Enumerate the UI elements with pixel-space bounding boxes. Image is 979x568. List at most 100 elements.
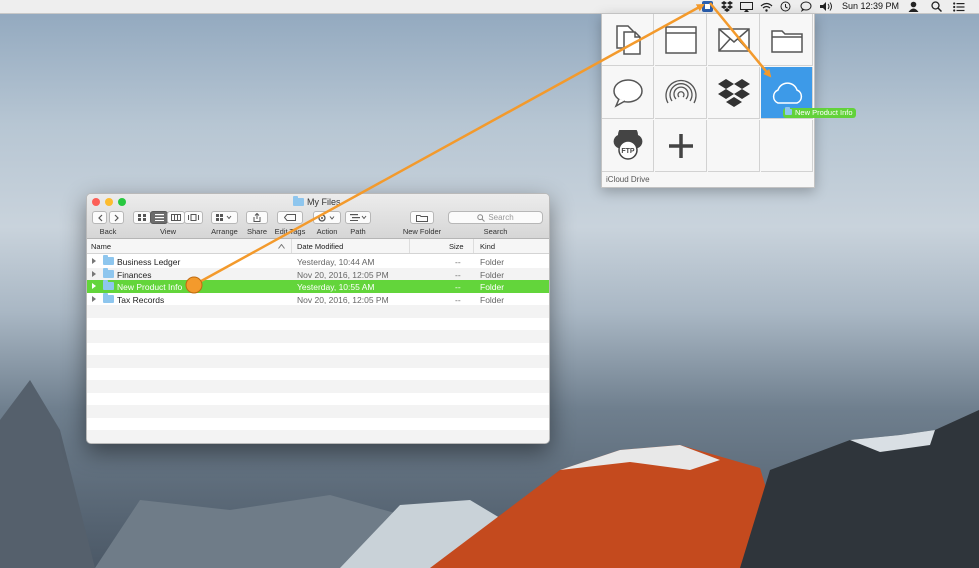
file-name: Tax Records xyxy=(117,294,165,305)
folder-icon xyxy=(103,293,114,303)
cover-flow-button[interactable] xyxy=(184,211,203,224)
svg-text:FTP: FTP xyxy=(621,148,635,155)
close-button[interactable] xyxy=(92,198,100,206)
file-date: Nov 20, 2016, 12:05 PM xyxy=(297,294,389,305)
path-icon xyxy=(349,214,366,221)
new-folder-label: New Folder xyxy=(402,227,442,236)
arrange-label: Arrange xyxy=(211,227,238,236)
time-machine-icon[interactable] xyxy=(780,1,791,12)
column-divider xyxy=(473,239,474,253)
date-column-header[interactable]: Date Modified xyxy=(297,242,343,251)
list-view-button[interactable] xyxy=(150,211,168,224)
spotlight-icon[interactable] xyxy=(931,1,942,12)
empty-cell xyxy=(708,120,760,172)
file-date: Yesterday, 10:44 AM xyxy=(297,256,375,267)
disclosure-triangle-icon[interactable] xyxy=(92,283,96,289)
add-service-cell[interactable] xyxy=(655,120,707,172)
share-button[interactable] xyxy=(246,211,268,224)
share-icon xyxy=(253,213,261,222)
gear-icon xyxy=(318,213,335,222)
kind-column-header[interactable]: Kind xyxy=(480,242,495,251)
file-kind: Folder xyxy=(480,281,505,292)
file-size: -- xyxy=(455,281,461,292)
file-date: Yesterday, 10:55 AM xyxy=(297,281,375,292)
name-column-header[interactable]: Name xyxy=(91,242,111,251)
minimize-button[interactable] xyxy=(105,198,113,206)
file-size: -- xyxy=(455,294,461,305)
window-icon xyxy=(664,25,697,54)
panel-footer: iCloud Drive xyxy=(606,175,650,184)
column-header: Name Date Modified Size Kind xyxy=(87,239,549,254)
notification-center-icon[interactable] xyxy=(953,2,965,12)
empty-cell xyxy=(761,120,813,172)
airplay-icon[interactable] xyxy=(740,2,753,12)
mail-cell[interactable] xyxy=(708,14,760,66)
user-icon[interactable] xyxy=(908,1,919,12)
new-folder-icon xyxy=(416,214,428,222)
action-label: Action xyxy=(316,227,338,236)
folder-icon xyxy=(103,268,114,278)
window-cell[interactable] xyxy=(655,14,707,66)
new-folder-button[interactable] xyxy=(410,211,434,224)
ftp-cell[interactable]: FTP xyxy=(602,120,654,172)
messages-icon xyxy=(612,78,643,108)
file-kind: Folder xyxy=(480,256,505,267)
airdrop-icon xyxy=(664,79,697,103)
chevron-left-icon xyxy=(97,214,102,221)
action-button[interactable] xyxy=(313,211,341,224)
table-row[interactable]: Tax Records Nov 20, 2016, 12:05 PM -- Fo… xyxy=(87,293,549,306)
disclosure-triangle-icon[interactable] xyxy=(92,271,96,277)
grid-icon xyxy=(138,214,146,221)
documents-icon xyxy=(615,24,641,55)
app-icon[interactable] xyxy=(702,1,713,12)
menubar-clock[interactable]: Sun 12:39 PM xyxy=(842,0,899,13)
folder-icon xyxy=(770,29,803,53)
folder-icon xyxy=(785,107,792,115)
dropbox-icon[interactable] xyxy=(721,1,733,12)
list-stripe xyxy=(87,355,549,368)
airdrop-cell[interactable] xyxy=(655,67,707,119)
wifi-icon[interactable] xyxy=(760,2,773,12)
table-row[interactable]: Finances Nov 20, 2016, 12:05 PM -- Folde… xyxy=(87,268,549,281)
folder-icon xyxy=(103,280,114,290)
disclosure-triangle-icon[interactable] xyxy=(92,296,96,302)
messages-icon[interactable] xyxy=(800,1,812,12)
file-kind: Folder xyxy=(480,269,505,280)
table-row[interactable]: Business Ledger Yesterday, 10:44 AM -- F… xyxy=(87,255,549,268)
back-button[interactable] xyxy=(92,211,107,224)
file-size: -- xyxy=(455,256,461,267)
search-label: Search xyxy=(483,227,508,236)
tag-icon xyxy=(284,214,296,221)
finder-window: My Files Back View Arrange Share Edit Ta… xyxy=(86,193,550,444)
drag-preview-label: New Product Info xyxy=(795,108,853,117)
column-view-button[interactable] xyxy=(167,211,185,224)
list-stripe xyxy=(87,305,549,318)
volume-icon[interactable] xyxy=(820,1,834,12)
path-label: Path xyxy=(350,227,366,236)
icon-view-button[interactable] xyxy=(133,211,151,224)
folder-cell[interactable] xyxy=(761,14,813,66)
file-name: Finances xyxy=(117,269,152,280)
edit-tags-button[interactable] xyxy=(277,211,303,224)
sort-ascending-icon[interactable] xyxy=(278,244,285,249)
list-stripe xyxy=(87,405,549,418)
arrange-button[interactable] xyxy=(211,211,238,224)
zoom-button[interactable] xyxy=(118,198,126,206)
back-label: Back xyxy=(99,227,117,236)
search-field[interactable]: Search xyxy=(448,211,543,224)
column-divider xyxy=(409,239,410,253)
table-row-selected[interactable]: New Product Info Yesterday, 10:55 AM -- … xyxy=(87,280,549,293)
forward-button[interactable] xyxy=(109,211,124,224)
edit-tags-label: Edit Tags xyxy=(274,227,306,236)
path-button[interactable] xyxy=(345,211,371,224)
size-column-header[interactable]: Size xyxy=(449,242,464,251)
dropbox-cell[interactable] xyxy=(708,67,760,119)
menu-bar: Sun 12:39 PM xyxy=(0,0,979,14)
disclosure-triangle-icon[interactable] xyxy=(92,258,96,264)
documents-cell[interactable] xyxy=(602,14,654,66)
file-date: Nov 20, 2016, 12:05 PM xyxy=(297,269,389,280)
file-size: -- xyxy=(455,269,461,280)
messages-cell[interactable] xyxy=(602,67,654,119)
arrange-icon xyxy=(216,214,232,221)
mail-icon xyxy=(717,27,750,52)
